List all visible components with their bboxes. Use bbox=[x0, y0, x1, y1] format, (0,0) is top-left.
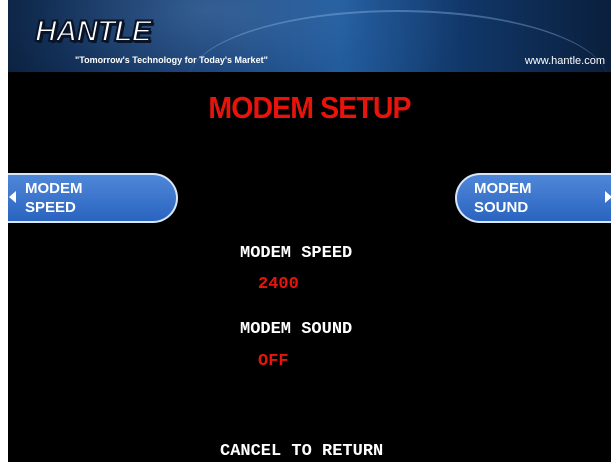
modem-sound-value: OFF bbox=[258, 352, 289, 371]
modem-speed-button-line1: MODEM bbox=[25, 180, 83, 197]
modem-speed-button[interactable]: MODEM SPEED bbox=[8, 173, 178, 223]
header-banner: HANTLE "Tomorrow's Technology for Today'… bbox=[8, 0, 611, 72]
right-arrow-icon bbox=[605, 191, 611, 203]
modem-sound-label: MODEM SOUND bbox=[240, 320, 353, 339]
modem-speed-value: 2400 bbox=[258, 275, 299, 294]
modem-sound-button-line1: MODEM bbox=[474, 180, 532, 197]
left-arrow-icon bbox=[9, 191, 16, 203]
tagline: "Tomorrow's Technology for Today's Marke… bbox=[75, 55, 268, 65]
hantle-logo: HANTLE bbox=[34, 15, 153, 48]
website-url: www.hantle.com bbox=[524, 55, 605, 67]
modem-speed-button-line2: SPEED bbox=[25, 199, 76, 216]
modem-speed-label: MODEM SPEED bbox=[240, 244, 353, 263]
modem-sound-button[interactable]: MODEM SOUND bbox=[455, 173, 611, 223]
page-title: MODEM SETUP bbox=[208, 90, 411, 125]
atm-screen: HANTLE "Tomorrow's Technology for Today'… bbox=[8, 0, 611, 462]
cancel-instruction: CANCEL TO RETURN bbox=[220, 442, 384, 461]
modem-sound-button-line2: SOUND bbox=[474, 199, 529, 216]
